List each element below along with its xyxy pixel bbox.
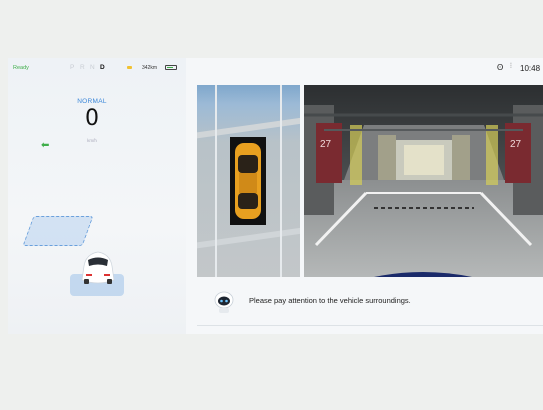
parking-camera-view: 27 27 bbox=[197, 85, 543, 277]
hint-message: Please pay attention to the vehicle surr… bbox=[249, 296, 411, 305]
status-bar: Ready P R N D 342km ʘ ⫶ 10:48 bbox=[8, 58, 543, 78]
battery-icon bbox=[165, 65, 177, 70]
rear-camera-scene: 27 27 bbox=[304, 85, 543, 277]
lane-line-right bbox=[280, 85, 282, 277]
speed-value: 0 bbox=[85, 106, 99, 131]
parking-zone-indicator bbox=[22, 216, 94, 246]
speed-unit: km/h bbox=[87, 138, 97, 143]
instrument-cluster: NORMAL 0 km/h ⬅ bbox=[8, 58, 186, 334]
infotainment-screen: NORMAL 0 km/h ⬅ Ready P R N D 342km ʘ ⫶ … bbox=[8, 58, 543, 334]
pillar-number-left: 27 bbox=[320, 139, 332, 150]
ready-indicator: Ready bbox=[13, 65, 29, 71]
gear-d[interactable]: D bbox=[100, 64, 105, 71]
surround-top-view[interactable] bbox=[197, 85, 300, 277]
gear-r[interactable]: R bbox=[80, 64, 85, 71]
vehicle-top-icon bbox=[235, 143, 261, 219]
assistant-robot-icon[interactable] bbox=[213, 289, 235, 315]
lane-line-left bbox=[215, 85, 217, 277]
bluetooth-icon[interactable]: ʘ bbox=[497, 63, 503, 72]
vehicle-3d-icon bbox=[81, 251, 115, 284]
clock: 10:48 bbox=[520, 64, 541, 73]
range-value: 342km bbox=[142, 65, 158, 71]
gear-n[interactable]: N bbox=[90, 64, 95, 71]
divider bbox=[197, 325, 543, 326]
rear-camera-view[interactable]: 27 27 bbox=[304, 85, 543, 277]
top-view-car-frame bbox=[230, 137, 266, 225]
drive-mode-label: NORMAL bbox=[77, 98, 107, 105]
left-arrow-icon: ⬅ bbox=[41, 140, 50, 151]
gear-p[interactable]: P bbox=[70, 64, 74, 71]
energy-icon bbox=[127, 66, 132, 69]
signal-icon: ⫶ bbox=[510, 63, 512, 70]
notification-bar: Please pay attention to the vehicle surr… bbox=[197, 280, 543, 326]
pillar-number-right: 27 bbox=[510, 139, 522, 150]
